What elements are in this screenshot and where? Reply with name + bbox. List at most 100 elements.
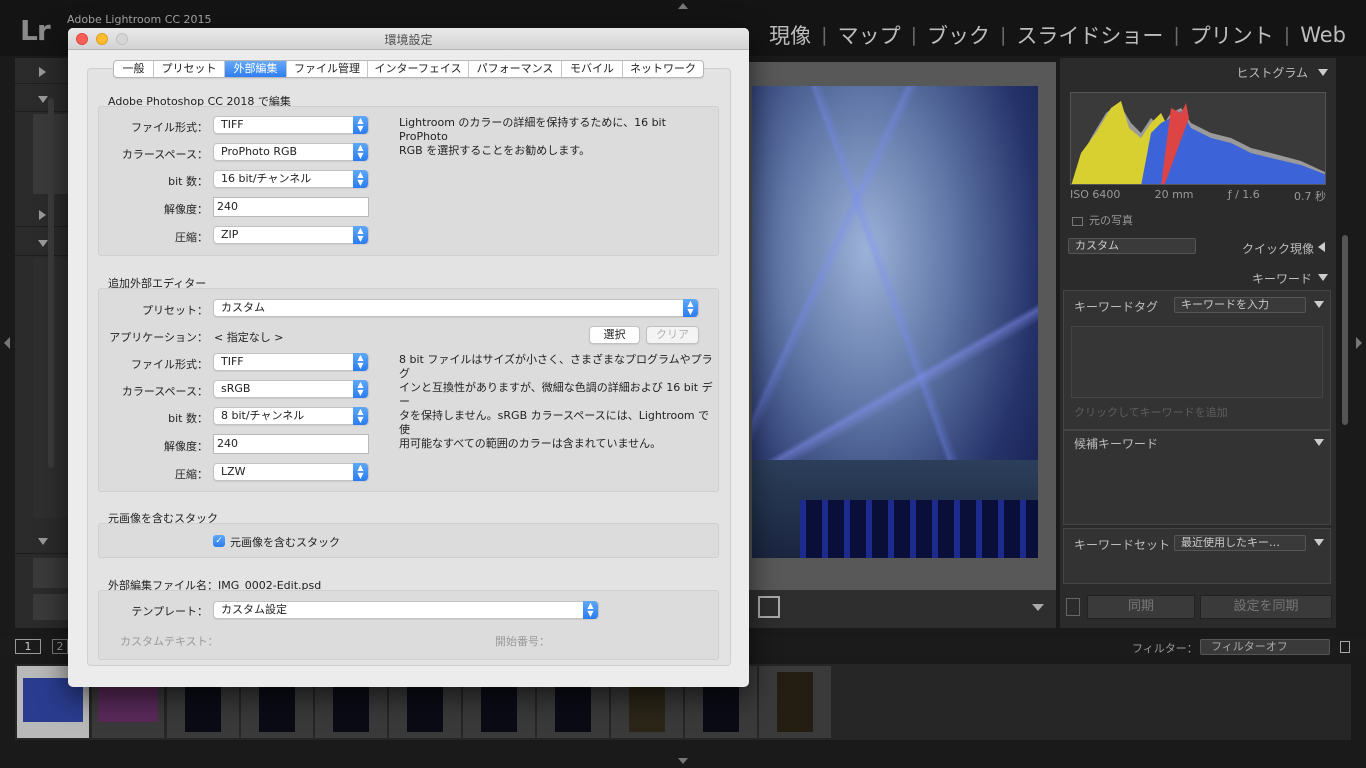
- ae-file-format-select[interactable]: TIFF ▲ ▼: [213, 353, 369, 371]
- ps-resolution-field[interactable]: 240: [213, 197, 369, 217]
- ae-preset-label: プリセット：: [142, 304, 208, 317]
- keyword-set-select[interactable]: 最近使用したキー…: [1174, 535, 1306, 551]
- ps-bit-depth-value: 16 bit/チャンネル: [221, 172, 312, 185]
- tab-presets[interactable]: プリセット: [154, 61, 225, 77]
- module-slideshow[interactable]: スライドショー: [1006, 20, 1173, 50]
- keyword-tag-label: キーワードタグ: [1074, 300, 1159, 314]
- ae-file-format-label: ファイル形式：: [131, 358, 208, 371]
- sync-button[interactable]: 同期: [1087, 595, 1195, 619]
- tab-network[interactable]: ネットワーク: [623, 61, 703, 77]
- sync-settings-button[interactable]: 設定を同期: [1200, 595, 1332, 619]
- display-2-button[interactable]: 2: [52, 639, 68, 654]
- right-panel-scrollbar[interactable]: [1342, 235, 1348, 425]
- collapse-icon: [38, 96, 48, 103]
- left-panel-scrollbar[interactable]: [48, 98, 54, 468]
- choose-button[interactable]: 選択: [589, 326, 640, 344]
- module-print[interactable]: プリント: [1180, 20, 1284, 50]
- ae-hint: 8 bit ファイルはサイズが小さく、さまざまなプログラムやプラグ インと互換性…: [399, 353, 714, 451]
- collapse-icon[interactable]: [1314, 539, 1324, 546]
- left-panel-section[interactable]: [15, 528, 70, 554]
- keyword-header[interactable]: キーワード: [1252, 270, 1312, 287]
- filter-label: フィルター：: [1132, 642, 1198, 655]
- thumbnail-image: [777, 672, 813, 732]
- left-panel-section[interactable]: [15, 86, 70, 112]
- tab-interface[interactable]: インターフェイス: [368, 61, 469, 77]
- filmstrip-thumbnail[interactable]: [759, 666, 831, 738]
- ps-color-space-value: ProPhoto RGB: [221, 145, 298, 158]
- ae-hint-line: タを保持しません。sRGB カラースペースには、Lightroom で使: [399, 409, 710, 436]
- tab-performance[interactable]: パフォーマンス: [469, 61, 562, 77]
- toolbar-dropdown-icon[interactable]: [1032, 604, 1044, 611]
- left-panel-section[interactable]: [15, 201, 70, 227]
- histogram-header[interactable]: ヒストグラム: [1060, 60, 1336, 86]
- ps-color-space-select[interactable]: ProPhoto RGB ▲ ▼: [213, 143, 369, 161]
- stack-group: [98, 523, 719, 558]
- collapse-icon[interactable]: [1318, 274, 1328, 281]
- quick-develop-header[interactable]: クイック現像: [1242, 240, 1314, 257]
- histogram-graph: [1071, 101, 1325, 184]
- left-panel-slider[interactable]: [33, 558, 70, 588]
- module-develop[interactable]: 現像: [759, 20, 821, 50]
- tab-external-editing[interactable]: 外部編集: [225, 61, 287, 77]
- preferences-dialog: 環境設定 一般 プリセット 外部編集 ファイル管理 インターフェイス パフォーマ…: [68, 28, 749, 687]
- left-panel-button[interactable]: [33, 594, 70, 620]
- module-map[interactable]: マップ: [828, 20, 911, 50]
- exif-aperture: ƒ / 1.6: [1227, 188, 1260, 201]
- dialog-titlebar[interactable]: 環境設定: [68, 28, 749, 50]
- ae-color-space-select[interactable]: sRGB ▲ ▼: [213, 380, 369, 398]
- ae-hint-line: 用可能なすべての範囲のカラーは含まれていません。: [399, 437, 662, 450]
- collapse-icon[interactable]: [1318, 69, 1328, 76]
- ps-bit-depth-select[interactable]: 16 bit/チャンネル ▲ ▼: [213, 170, 369, 188]
- left-panel-toggle-icon[interactable]: [4, 337, 10, 349]
- tab-general[interactable]: 一般: [114, 61, 154, 77]
- display-1-button[interactable]: 1: [15, 639, 41, 654]
- stack-checkbox-label[interactable]: 元画像を含むスタック: [230, 534, 340, 550]
- ae-application-label: アプリケーション：: [109, 331, 208, 344]
- collapse-icon[interactable]: [1314, 301, 1324, 308]
- crop-icon[interactable]: [758, 596, 780, 618]
- keyword-textarea[interactable]: [1071, 326, 1323, 398]
- stepper-icon: ▲ ▼: [353, 463, 368, 481]
- ae-compression-select[interactable]: LZW ▲ ▼: [213, 463, 369, 481]
- ae-bit-depth-value: 8 bit/チャンネル: [221, 409, 305, 422]
- original-photo-toggle[interactable]: 元の写真: [1072, 212, 1133, 228]
- tab-file-handling[interactable]: ファイル管理: [287, 61, 368, 77]
- ps-file-format-label: ファイル形式：: [131, 121, 208, 134]
- expand-icon[interactable]: [1318, 242, 1325, 252]
- ae-resolution-field[interactable]: 240: [213, 434, 369, 454]
- right-panel-toggle-icon[interactable]: [1356, 337, 1362, 349]
- checkbox-icon[interactable]: [1072, 216, 1083, 226]
- collapse-icon[interactable]: [1314, 439, 1324, 446]
- stack-checkbox[interactable]: ✓: [213, 535, 225, 547]
- ps-file-format-select[interactable]: TIFF ▲ ▼: [213, 116, 369, 134]
- module-web[interactable]: Web: [1290, 23, 1356, 47]
- ae-compression-value: LZW: [221, 465, 246, 478]
- template-select[interactable]: カスタム設定 ▲ ▼: [213, 601, 599, 619]
- ps-compression-select[interactable]: ZIP ▲ ▼: [213, 226, 369, 244]
- template-label: テンプレート：: [131, 605, 208, 618]
- ps-color-space-label: カラースペース：: [121, 148, 208, 161]
- keyword-add-placeholder[interactable]: クリックしてキーワードを追加: [1074, 404, 1228, 420]
- top-panel-toggle-icon[interactable]: [678, 3, 688, 9]
- tab-mobile[interactable]: モバイル: [562, 61, 623, 77]
- sync-toggle[interactable]: [1066, 598, 1080, 616]
- module-book[interactable]: ブック: [917, 20, 1000, 50]
- lock-icon[interactable]: [1340, 641, 1350, 653]
- module-picker: 現像 | マップ | ブック | スライドショー | プリント | Web: [759, 20, 1356, 50]
- ae-file-format-value: TIFF: [221, 355, 244, 368]
- clear-button[interactable]: クリア: [646, 326, 699, 344]
- bottom-panel-toggle-icon[interactable]: [678, 758, 688, 764]
- ae-preset-select[interactable]: カスタム ▲ ▼: [213, 299, 699, 317]
- ae-bit-depth-select[interactable]: 8 bit/チャンネル ▲ ▼: [213, 407, 369, 425]
- ps-file-format-value: TIFF: [221, 118, 244, 131]
- left-panel-section[interactable]: [15, 230, 70, 256]
- filter-select[interactable]: フィルターオフ: [1200, 639, 1330, 655]
- keyword-tag-select[interactable]: キーワードを入力: [1174, 297, 1306, 313]
- ps-bit-depth-label: bit 数：: [168, 175, 208, 188]
- dialog-title: 環境設定: [384, 33, 433, 47]
- left-panel-section[interactable]: [15, 58, 70, 84]
- quick-develop-preset-select[interactable]: カスタム: [1068, 238, 1196, 254]
- stepper-icon: ▲ ▼: [583, 601, 598, 619]
- histogram-exif: ISO 6400 20 mm ƒ / 1.6 0.7 秒: [1070, 188, 1326, 204]
- ae-color-space-label: カラースペース：: [121, 385, 208, 398]
